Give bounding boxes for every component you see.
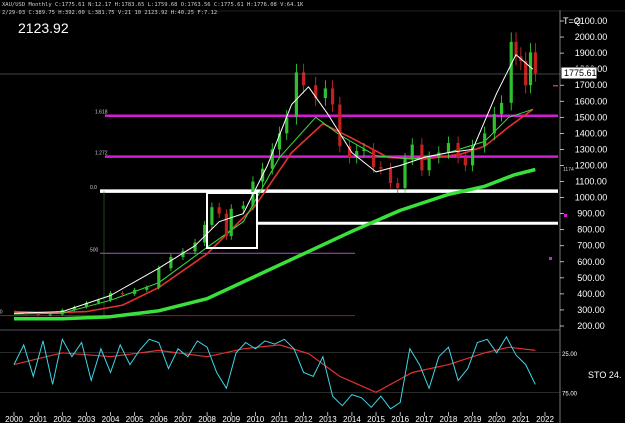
price-tag-label: 1775.61 [564, 68, 597, 78]
level-label: 1.618 [95, 110, 108, 116]
x-tick-label: 2001 [29, 415, 47, 423]
candle-body [396, 183, 400, 188]
x-tick-label: 2002 [53, 415, 71, 423]
candle-body [108, 293, 113, 301]
x-tick-label: 2011 [271, 415, 289, 423]
candle-body [410, 144, 414, 160]
candle-body [203, 224, 207, 243]
candle-body [456, 143, 460, 158]
candle-body [121, 293, 125, 295]
level-label: 1.000 [0, 310, 3, 316]
candle-body [229, 208, 233, 237]
y-tick-label: 1200.00 [575, 160, 608, 170]
y-tick-label: 600.00 [577, 257, 605, 267]
stoch-label: STO 24. [588, 370, 621, 380]
x-tick-label: 2008 [198, 415, 216, 423]
candle-body [323, 88, 327, 99]
osc-tick-label: 75.00 [562, 391, 578, 397]
header-line-1: XAU/USD Monthly C:1775.61 N:12.17 H:1783… [2, 2, 304, 8]
candle-body [463, 157, 467, 166]
candle-body [524, 61, 528, 86]
candle-body [145, 287, 149, 290]
x-tick-label: 2019 [464, 415, 482, 423]
y-tick-label: 300.00 [577, 305, 605, 315]
x-tick-label: 2012 [295, 415, 313, 423]
candle-body [362, 149, 366, 152]
candle-body [36, 313, 40, 316]
candle-body [379, 167, 383, 169]
candle-body [331, 88, 335, 105]
candle-body [241, 205, 245, 209]
x-tick-label: 2022 [536, 415, 554, 423]
candle-body [483, 133, 487, 147]
candle-body [388, 168, 393, 184]
candle-body [509, 41, 513, 103]
candle-body [133, 289, 137, 294]
x-tick-label: 2010 [246, 415, 264, 423]
x-tick-label: 2017 [415, 415, 433, 423]
y-tick-label: 1900.00 [575, 48, 608, 58]
level-label: 0.0 [90, 185, 97, 191]
x-tick-label: 2000 [5, 415, 23, 423]
candle-body [157, 268, 161, 288]
marker-dot-2 [549, 257, 552, 260]
candle-body [210, 207, 214, 225]
candle-body [60, 309, 64, 315]
candle-body [48, 314, 52, 316]
x-tick-label: 2020 [488, 415, 506, 423]
candle-body [217, 207, 221, 214]
x-tick-label: 2005 [126, 415, 144, 423]
x-tick-label: 2013 [319, 415, 337, 423]
candle-body [294, 72, 298, 118]
y-tick-label: 200.00 [577, 321, 605, 331]
candle-body [533, 52, 537, 74]
osc-tick-label: 25.00 [562, 352, 578, 358]
chart-canvas: XAU/USD Monthly C:1775.61 N:12.17 H:1783… [0, 0, 625, 423]
candle-body [169, 256, 173, 269]
header-line-2: 2/29-03 C:389.75 H:392.00 L:381.75 V:21 … [2, 10, 217, 16]
y-tick-label: 700.00 [577, 241, 605, 251]
candle-body [446, 143, 451, 153]
y-tick-label: 1400.00 [575, 128, 608, 138]
x-tick-label: 2006 [150, 415, 168, 423]
level-label: 1.272 [95, 151, 108, 157]
annotation-1174: 1174 [563, 167, 574, 173]
y-tick-label: 1100.00 [575, 177, 607, 187]
candle-body [96, 300, 101, 303]
y-tick-label: 800.00 [577, 225, 605, 235]
x-tick-label: 2014 [343, 415, 361, 423]
y-tick-label: 1300.00 [575, 144, 608, 154]
x-tick-label: 2015 [367, 415, 385, 423]
candle-body [372, 149, 376, 168]
candle-body [427, 157, 431, 171]
x-tick-label: 2016 [391, 415, 409, 423]
x-tick-label: 2021 [512, 415, 530, 423]
level-label: 500 [90, 247, 99, 253]
candle-body [492, 114, 496, 134]
y-tick-label: 1700.00 [575, 80, 608, 90]
candle-body [224, 213, 228, 237]
candle-body [499, 102, 504, 115]
x-tick-label: 2007 [174, 415, 192, 423]
y-tick-label: 400.00 [577, 289, 605, 299]
y-tick-label: 1000.00 [575, 193, 608, 203]
y-tick-label: 1500.00 [575, 112, 608, 122]
x-tick-label: 2004 [102, 415, 120, 423]
y-tick-label: 900.00 [577, 209, 605, 219]
y-tick-label: 1600.00 [575, 96, 608, 106]
candle-body [338, 104, 342, 147]
x-tick-label: 2003 [78, 415, 96, 423]
x-tick-label: 2009 [222, 415, 240, 423]
marker-dot-1 [564, 214, 567, 217]
cursor-value: 2123.92 [18, 20, 69, 36]
y-tick-label: 2000.00 [575, 32, 608, 42]
y-tick-label: 2100.00 [575, 16, 608, 26]
marker-dash [553, 85, 558, 87]
y-tick-label: 500.00 [577, 273, 605, 283]
candle-body [514, 41, 518, 57]
x-tick-label: 2018 [440, 415, 458, 423]
